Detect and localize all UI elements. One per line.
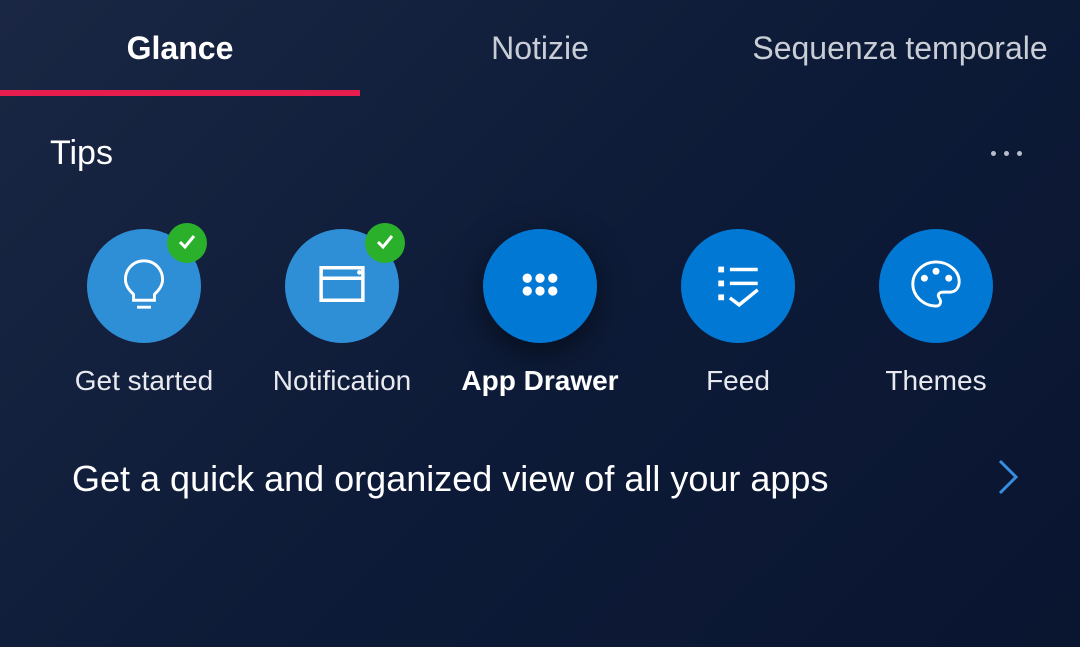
section-title: Tips xyxy=(50,134,113,173)
tip-app-drawer[interactable]: App Drawer xyxy=(446,229,634,397)
tip-label: App Drawer xyxy=(461,365,618,397)
next-button[interactable] xyxy=(986,447,1030,512)
tip-themes[interactable]: Themes xyxy=(842,229,1030,397)
dots-icon xyxy=(1004,151,1009,156)
palette-icon xyxy=(907,255,965,318)
check-badge xyxy=(365,223,405,263)
tip-label: Feed xyxy=(706,365,770,397)
dots-icon xyxy=(991,151,996,156)
tip-description: Get a quick and organized view of all yo… xyxy=(72,454,828,504)
tip-icon-circle xyxy=(681,229,795,343)
tab-bar: Glance Notizie Sequenza temporale xyxy=(0,0,1080,96)
tip-icon-circle xyxy=(285,229,399,343)
tip-icon-circle xyxy=(879,229,993,343)
check-badge xyxy=(167,223,207,263)
tab-label: Notizie xyxy=(491,30,589,67)
tip-label: Get started xyxy=(75,365,214,397)
tips-row: Get started Notification xyxy=(0,179,1080,427)
tip-get-started[interactable]: Get started xyxy=(50,229,238,397)
description-row: Get a quick and organized view of all yo… xyxy=(0,427,1080,552)
tab-label: Sequenza temporale xyxy=(752,30,1047,67)
check-icon xyxy=(176,230,198,257)
tip-label: Notification xyxy=(273,365,412,397)
more-button[interactable] xyxy=(983,143,1030,164)
tip-icon-circle xyxy=(483,229,597,343)
tab-glance[interactable]: Glance xyxy=(0,0,360,96)
bulb-icon xyxy=(115,255,173,318)
list-check-icon xyxy=(709,255,767,318)
tip-feed[interactable]: Feed xyxy=(644,229,832,397)
section-header: Tips xyxy=(0,96,1080,179)
tab-notizie[interactable]: Notizie xyxy=(360,0,720,96)
tip-notification[interactable]: Notification xyxy=(248,229,436,397)
chevron-right-icon xyxy=(996,484,1020,501)
apps-icon xyxy=(511,255,569,318)
tab-label: Glance xyxy=(127,30,234,67)
tab-sequenza-temporale[interactable]: Sequenza temporale xyxy=(720,0,1080,96)
window-icon xyxy=(313,255,371,318)
tip-label: Themes xyxy=(885,365,986,397)
dots-icon xyxy=(1017,151,1022,156)
tip-icon-circle xyxy=(87,229,201,343)
check-icon xyxy=(374,230,396,257)
